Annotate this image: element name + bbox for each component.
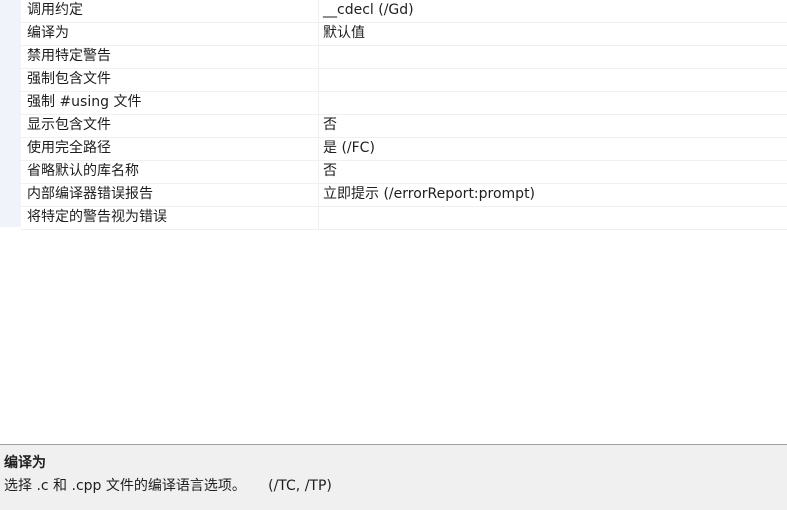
property-value[interactable]: 默认值	[319, 23, 787, 45]
property-value[interactable]: __cdecl (/Gd)	[319, 0, 787, 22]
property-value[interactable]: 立即提示 (/errorReport:prompt)	[319, 184, 787, 206]
property-name: 强制 #using 文件	[21, 92, 319, 114]
property-value[interactable]	[319, 92, 787, 114]
property-value[interactable]: 是 (/FC)	[319, 138, 787, 160]
property-name: 将特定的警告视为错误	[21, 207, 319, 229]
property-row-omit-default-library-name[interactable]: 省略默认的库名称 否	[21, 161, 787, 184]
description-title: 编译为	[4, 455, 46, 471]
property-value[interactable]	[319, 207, 787, 229]
property-name: 调用约定	[21, 0, 319, 22]
property-name: 省略默认的库名称	[21, 161, 319, 183]
property-row-compile-as[interactable]: 编译为 默认值	[21, 23, 787, 46]
property-row-forced-using-files[interactable]: 强制 #using 文件	[21, 92, 787, 115]
property-row-disable-specific-warnings[interactable]: 禁用特定警告	[21, 46, 787, 69]
property-name: 显示包含文件	[21, 115, 319, 137]
property-row-forced-include-files[interactable]: 强制包含文件	[21, 69, 787, 92]
property-row-internal-compiler-error-reporting[interactable]: 内部编译器错误报告 立即提示 (/errorReport:prompt)	[21, 184, 787, 207]
property-name: 禁用特定警告	[21, 46, 319, 68]
property-name: 使用完全路径	[21, 138, 319, 160]
property-name: 编译为	[21, 23, 319, 45]
property-value[interactable]: 否	[319, 161, 787, 183]
property-row-treat-specific-warnings-as-errors[interactable]: 将特定的警告视为错误	[21, 207, 787, 230]
property-name: 强制包含文件	[21, 69, 319, 91]
property-description-panel: 编译为 选择 .c 和 .cpp 文件的编译语言选项。 (/TC, /TP)	[0, 444, 787, 510]
property-row-use-full-paths[interactable]: 使用完全路径 是 (/FC)	[21, 138, 787, 161]
property-value[interactable]	[319, 46, 787, 68]
property-row-show-includes[interactable]: 显示包含文件 否	[21, 115, 787, 138]
property-value[interactable]	[319, 69, 787, 91]
property-name: 内部编译器错误报告	[21, 184, 319, 206]
property-value[interactable]: 否	[319, 115, 787, 137]
description-text: 选择 .c 和 .cpp 文件的编译语言选项。 (/TC, /TP)	[4, 478, 332, 494]
property-row-calling-convention[interactable]: 调用约定 __cdecl (/Gd)	[21, 0, 787, 23]
property-grid: 调用约定 __cdecl (/Gd) 编译为 默认值 禁用特定警告 强制包含文件…	[0, 0, 787, 444]
property-grid-gutter	[0, 0, 21, 227]
